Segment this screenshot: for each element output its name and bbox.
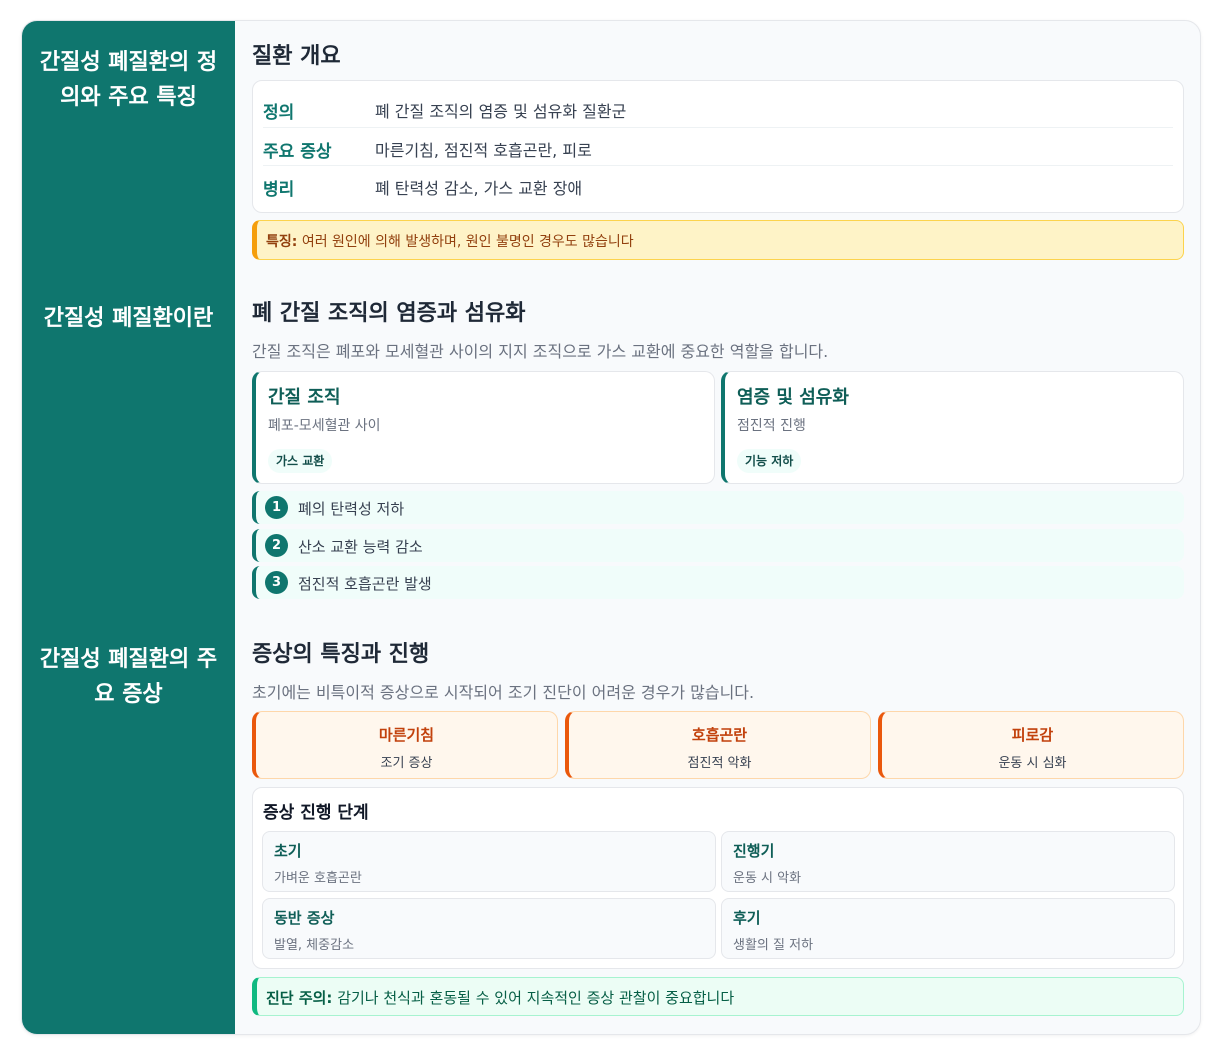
step-text: 점진적 호흡곤란 발생 <box>298 575 432 593</box>
stage-card: 후기 생활의 질 저하 <box>721 898 1175 959</box>
sidebar-title-definition: 간질성 폐질환이란 <box>43 306 214 331</box>
definition-row: 정의 폐 간질 조직의 염증 및 섬유화 질환군 <box>263 89 1173 127</box>
definition-value: 폐 탄력성 감소, 가스 교환 장애 <box>375 179 583 198</box>
symptom-name: 마른기침 <box>378 726 435 744</box>
definition-table: 정의 폐 간질 조직의 염증 및 섬유화 질환군 주요 증상 마른기침, 점진적… <box>252 80 1184 213</box>
definition-row: 병리 폐 탄력성 감소, 가스 교환 장애 <box>263 165 1173 203</box>
concept-tag: 가스 교환 <box>268 449 333 473</box>
symptom-sub: 운동 시 심화 <box>998 756 1067 771</box>
process-step: 1 폐의 탄력성 저하 <box>252 491 1184 524</box>
feature-note-text: 여러 원인에 의해 발생하며, 원인 불명인 경우도 많습니다 <box>301 234 634 250</box>
symptom-name: 피로감 <box>1011 726 1054 744</box>
infographic-frame: 간질성 폐질환의 정의와 주요 특징 간질성 폐질환이란 간질성 폐질환의 주요… <box>21 20 1201 1035</box>
progression-card: 증상 진행 단계 초기 가벼운 호흡곤란 진행기 운동 시 악화 동반 증상 발… <box>252 787 1184 969</box>
concept-desc: 폐포-모세혈관 사이 <box>268 418 381 434</box>
stage-name: 초기 <box>274 842 302 860</box>
feature-note: 특징: 여러 원인에 의해 발생하며, 원인 불명인 경우도 많습니다 <box>252 220 1184 260</box>
step-text: 산소 교환 능력 감소 <box>298 538 423 556</box>
section-heading-pathology: 폐 간질 조직의 염증과 섬유화 <box>252 301 526 326</box>
sidebar-title-symptoms: 간질성 폐질환의 주요 증상 <box>39 647 218 707</box>
definition-key: 주요 증상 <box>263 142 332 162</box>
stage-name: 동반 증상 <box>274 909 335 927</box>
section-heading-overview: 질환 개요 <box>252 44 341 69</box>
stage-card: 동반 증상 발열, 체중감소 <box>262 898 716 959</box>
section-heading-symptoms: 증상의 특징과 진행 <box>252 642 430 667</box>
symptom-sub: 조기 증상 <box>380 756 433 771</box>
step-text: 폐의 탄력성 저하 <box>298 500 405 518</box>
sidebar: 간질성 폐질환의 정의와 주요 특징 간질성 폐질환이란 간질성 폐질환의 주요… <box>22 21 235 1034</box>
concept-desc: 점진적 진행 <box>737 418 806 434</box>
stage-card: 초기 가벼운 호흡곤란 <box>262 831 716 892</box>
definition-value: 폐 간질 조직의 염증 및 섬유화 질환군 <box>375 102 627 121</box>
symptom-card-fatigue: 피로감 운동 시 심화 <box>878 711 1184 779</box>
definition-key: 병리 <box>263 180 295 200</box>
stage-card: 진행기 운동 시 악화 <box>721 831 1175 892</box>
stage-desc: 운동 시 악화 <box>733 871 802 886</box>
diagnosis-note-label: 진단 주의: <box>266 989 333 1007</box>
stage-name: 진행기 <box>733 842 775 860</box>
concept-title: 간질 조직 <box>268 387 341 408</box>
concept-card-inflammation: 염증 및 섬유화 점진적 진행 기능 저하 <box>721 371 1184 484</box>
symptom-card-cough: 마른기침 조기 증상 <box>252 711 558 779</box>
main-content: 질환 개요 정의 폐 간질 조직의 염증 및 섬유화 질환군 주요 증상 마른기… <box>252 21 1184 1034</box>
progression-title: 증상 진행 단계 <box>263 803 369 823</box>
stage-desc: 가벼운 호흡곤란 <box>274 871 362 886</box>
step-number-badge: 2 <box>265 534 288 557</box>
definition-key: 정의 <box>263 103 295 123</box>
pathology-lead: 간질 조직은 폐포와 모세혈관 사이의 지지 조직으로 가스 교환에 중요한 역… <box>252 342 829 361</box>
diagnosis-note: 진단 주의: 감기나 천식과 혼동될 수 있어 지속적인 증상 관찰이 중요합니… <box>252 977 1184 1016</box>
symptom-sub: 점진적 악화 <box>687 756 752 771</box>
stage-name: 후기 <box>733 909 761 927</box>
step-number-badge: 3 <box>265 571 288 594</box>
symptoms-lead: 초기에는 비특이적 증상으로 시작되어 조기 진단이 어려운 경우가 많습니다. <box>252 683 755 702</box>
symptom-name: 호흡곤란 <box>691 726 748 744</box>
concept-title: 염증 및 섬유화 <box>737 387 849 408</box>
stage-desc: 발열, 체중감소 <box>274 938 355 953</box>
feature-note-label: 특징: <box>266 234 298 250</box>
diagnosis-note-text: 감기나 천식과 혼동될 수 있어 지속적인 증상 관찰이 중요합니다 <box>337 989 735 1007</box>
sidebar-title-overview: 간질성 폐질환의 정의와 주요 특징 <box>39 50 218 110</box>
step-number-badge: 1 <box>265 496 288 519</box>
definition-row: 주요 증상 마른기침, 점진적 호흡곤란, 피로 <box>263 127 1173 165</box>
concept-card-interstitium: 간질 조직 폐포-모세혈관 사이 가스 교환 <box>252 371 715 484</box>
process-step: 3 점진적 호흡곤란 발생 <box>252 566 1184 599</box>
process-step: 2 산소 교환 능력 감소 <box>252 529 1184 562</box>
definition-value: 마른기침, 점진적 호흡곤란, 피로 <box>375 141 592 160</box>
concept-tag: 기능 저하 <box>737 449 802 473</box>
stage-desc: 생활의 질 저하 <box>733 938 814 953</box>
symptom-card-dyspnea: 호흡곤란 점진적 악화 <box>565 711 871 779</box>
